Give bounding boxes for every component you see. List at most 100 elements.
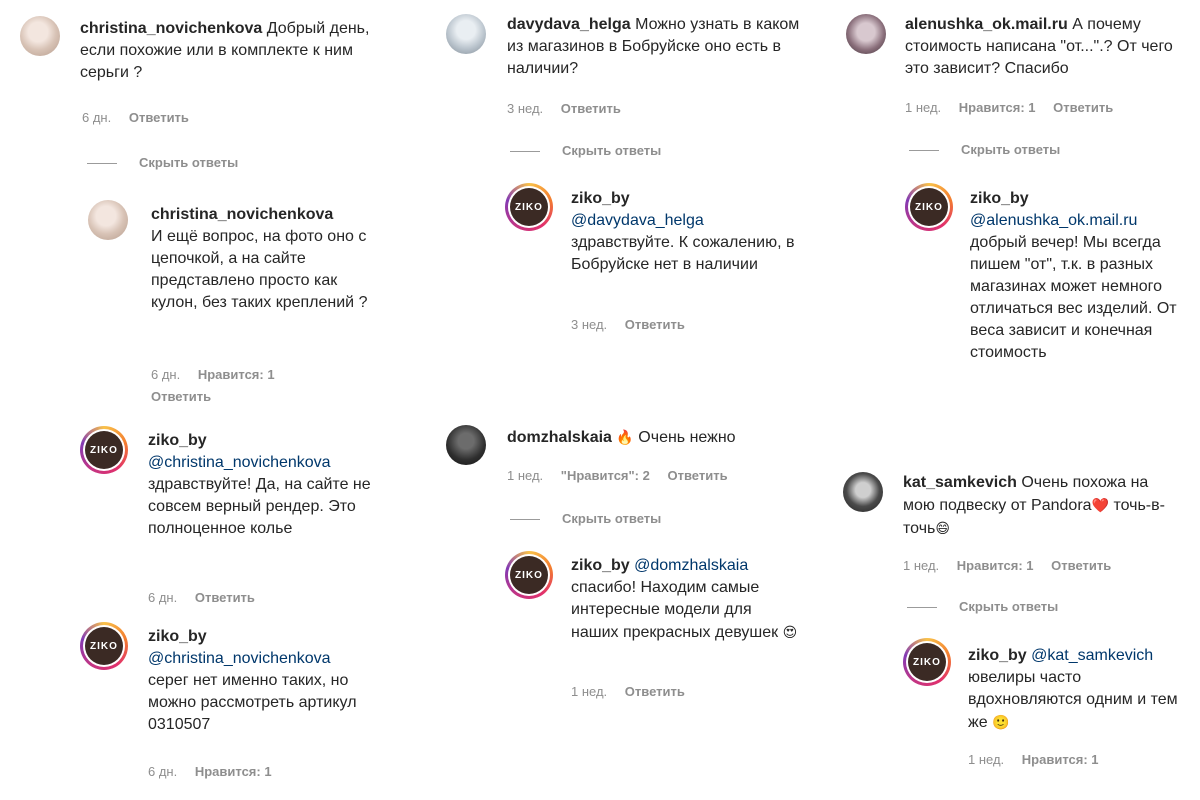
avatar[interactable] xyxy=(88,200,128,240)
comment-meta: 1 нед. Нравится: 1 Ответить xyxy=(903,558,1125,574)
comment-meta: 1 нед. "Нравится": 2 Ответить xyxy=(507,468,742,484)
mention-link[interactable]: @alenushka_ok.mail.ru xyxy=(970,212,1137,229)
timestamp: 6 дн. xyxy=(148,590,178,605)
comment-body: здравствуйте! Да, на сайте не совсем вер… xyxy=(148,476,371,537)
comment-meta: 6 дн. Ответить xyxy=(148,590,269,606)
timestamp: 3 нед. xyxy=(507,101,544,116)
comment-meta: 3 нед. Ответить xyxy=(507,101,635,117)
comment-text: ziko_by @domzhalskaia спасибо! Находим с… xyxy=(571,555,801,644)
reply-button[interactable]: Ответить xyxy=(625,684,685,699)
hide-replies-button[interactable]: Скрыть ответы xyxy=(907,599,1058,614)
brand-avatar[interactable]: ZIKO xyxy=(505,551,553,599)
brand-logo: ZIKO xyxy=(85,431,123,469)
brand-logo: ZIKO xyxy=(908,643,946,681)
timestamp: 6 дн. xyxy=(148,764,178,779)
username[interactable]: kat_samkevich xyxy=(903,474,1017,491)
comment-text: ziko_by @christina_novichenkova здравств… xyxy=(148,430,378,540)
hide-replies-button[interactable]: Скрыть ответы xyxy=(510,143,661,158)
username[interactable]: ziko_by xyxy=(970,190,1029,207)
username[interactable]: ziko_by xyxy=(148,432,207,449)
username[interactable]: ziko_by xyxy=(148,628,207,645)
comment-text: ziko_by @davydava_helga здравствуйте. К … xyxy=(571,188,801,276)
timestamp: 1 нед. xyxy=(507,468,544,483)
username[interactable]: christina_novichenkova xyxy=(80,20,262,37)
likes-count[interactable]: "Нравится": 2 xyxy=(561,468,650,483)
brand-avatar[interactable]: ZIKO xyxy=(505,183,553,231)
mention-link[interactable]: @davydava_helga xyxy=(571,212,704,229)
brand-logo: ZIKO xyxy=(910,188,948,226)
timestamp: 1 нед. xyxy=(903,558,940,573)
avatar[interactable] xyxy=(446,425,486,465)
avatar[interactable] xyxy=(843,472,883,512)
timestamp: 1 нед. xyxy=(905,100,942,115)
comment-text: ziko_by @christina_novichenkova серег не… xyxy=(148,626,378,736)
comment-text: kat_samkevich Очень похожа на мою подвес… xyxy=(903,472,1183,540)
heart-eyes-emoji-icon: 😍 xyxy=(782,624,798,640)
timestamp: 1 нед. xyxy=(571,684,608,699)
hide-replies-button[interactable]: Скрыть ответы xyxy=(510,511,661,526)
comment-body: здравствуйте. К сожалению, в Бобруйске н… xyxy=(571,234,795,273)
username[interactable]: ziko_by xyxy=(571,557,630,574)
timestamp: 1 нед. xyxy=(968,752,1005,767)
smile-emoji-icon: 😄 xyxy=(935,520,950,536)
reply-button[interactable]: Ответить xyxy=(1053,100,1113,115)
comment-meta: 6 дн. Нравится: 1 xyxy=(148,764,286,780)
comment-body: серег нет именно таких, но можно рассмот… xyxy=(148,672,357,733)
brand-avatar[interactable]: ZIKO xyxy=(905,183,953,231)
hide-replies-button[interactable]: Скрыть ответы xyxy=(909,142,1060,157)
comment-body: спасибо! Находим самые интересные модели… xyxy=(571,579,779,641)
comment-body: И ещё вопрос, на фото оно с цепочкой, а … xyxy=(151,228,368,311)
avatar[interactable] xyxy=(846,14,886,54)
mention-link[interactable]: @domzhalskaia xyxy=(634,557,748,574)
comment-meta: 1 нед. Нравится: 1 xyxy=(968,752,1113,768)
username[interactable]: alenushka_ok.mail.ru xyxy=(905,16,1068,33)
reply-button[interactable]: Ответить xyxy=(625,317,685,332)
reply-button[interactable]: Ответить xyxy=(1051,558,1111,573)
brand-logo: ZIKO xyxy=(510,556,548,594)
hide-replies-button[interactable]: Скрыть ответы xyxy=(87,155,238,170)
timestamp: 6 дн. xyxy=(82,110,112,125)
brand-logo: ZIKO xyxy=(85,627,123,665)
username[interactable]: christina_novichenkova xyxy=(151,206,333,223)
heart-emoji-icon: ❤️ xyxy=(1091,497,1109,513)
timestamp: 6 дн. xyxy=(151,367,181,382)
comment-meta: 6 дн. Ответить xyxy=(82,110,203,126)
mention-link[interactable]: @christina_novichenkova xyxy=(148,650,331,667)
avatar[interactable] xyxy=(446,14,486,54)
likes-count[interactable]: Нравится: 1 xyxy=(198,367,275,382)
likes-count[interactable]: Нравится: 1 xyxy=(959,100,1036,115)
comment-text: christina_novichenkova Добрый день, если… xyxy=(80,18,380,84)
brand-logo: ZIKO xyxy=(510,188,548,226)
username[interactable]: davydava_helga xyxy=(507,16,631,33)
comment-text: christina_novichenkova И ещё вопрос, на … xyxy=(151,204,381,314)
reply-button[interactable]: Ответить xyxy=(667,468,727,483)
mention-link[interactable]: @christina_novichenkova xyxy=(148,454,331,471)
comment-meta: 3 нед. Ответить xyxy=(571,317,699,333)
comment-text: ziko_by @kat_samkevich ювелиры часто вдо… xyxy=(968,645,1188,734)
brand-avatar[interactable]: ZIKO xyxy=(80,622,128,670)
brand-avatar[interactable]: ZIKO xyxy=(903,638,951,686)
comment-meta: 6 дн. Нравится: 1 Ответить xyxy=(151,364,351,408)
comment-text: davydava_helga Можно узнать в каком из м… xyxy=(507,14,807,80)
slight-smile-emoji-icon: 🙂 xyxy=(992,714,1010,730)
reply-button[interactable]: Ответить xyxy=(151,389,211,404)
username[interactable]: domzhalskaia xyxy=(507,429,612,446)
comment-body: Очень нежно xyxy=(638,429,736,446)
comment-text: alenushka_ok.mail.ru А почему стоимость … xyxy=(905,14,1185,80)
avatar[interactable] xyxy=(20,16,60,56)
reply-button[interactable]: Ответить xyxy=(195,590,255,605)
brand-avatar[interactable]: ZIKO xyxy=(80,426,128,474)
reply-button[interactable]: Ответить xyxy=(561,101,621,116)
likes-count[interactable]: Нравится: 1 xyxy=(1022,752,1099,767)
comment-text: domzhalskaia 🔥 Очень нежно xyxy=(507,426,807,449)
mention-link[interactable]: @kat_samkevich xyxy=(1031,647,1153,664)
fire-emoji-icon: 🔥 xyxy=(616,429,634,445)
username[interactable]: ziko_by xyxy=(968,647,1027,664)
username[interactable]: ziko_by xyxy=(571,190,630,207)
reply-button[interactable]: Ответить xyxy=(129,110,189,125)
comment-text: ziko_by @alenushka_ok.mail.ru добрый веч… xyxy=(970,188,1180,364)
likes-count[interactable]: Нравится: 1 xyxy=(195,764,272,779)
timestamp: 3 нед. xyxy=(571,317,608,332)
likes-count[interactable]: Нравится: 1 xyxy=(957,558,1034,573)
comment-meta: 1 нед. Ответить xyxy=(571,684,699,700)
